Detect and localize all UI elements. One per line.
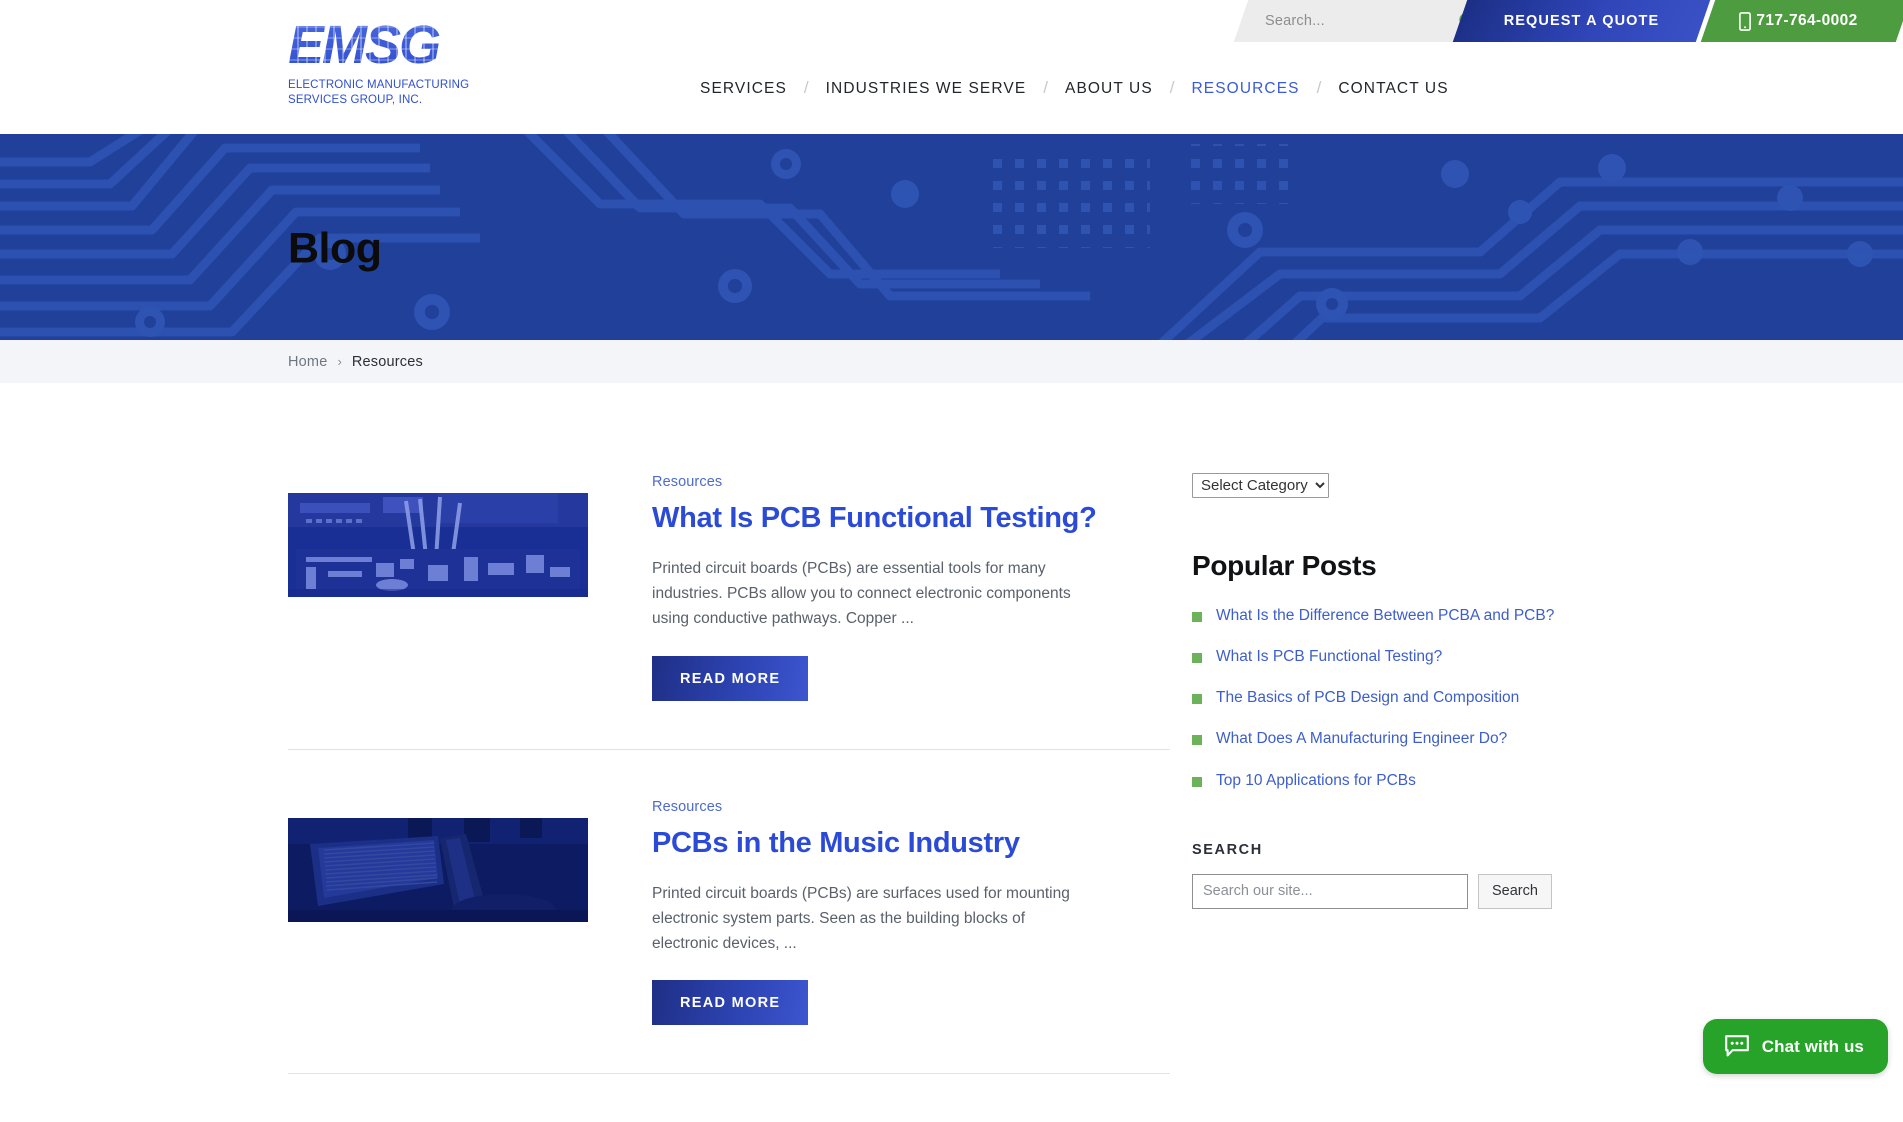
header-search-input[interactable] (1263, 12, 1454, 30)
nav-item-services[interactable]: SERVICES (700, 80, 787, 98)
popular-posts-list: What Is the Difference Between PCBA and … (1192, 606, 1622, 791)
post-thumbnail[interactable] (288, 818, 588, 922)
post-title-link[interactable]: What Is PCB Functional Testing? (652, 501, 1097, 535)
site-search-input[interactable] (1192, 874, 1468, 909)
logo-tagline: ELECTRONIC MANUFACTURING SERVICES GROUP,… (288, 78, 528, 109)
nav-item-resources[interactable]: RESOURCES (1192, 80, 1300, 98)
request-a-quote-button[interactable]: REQUEST A QUOTE (1453, 0, 1710, 42)
read-more-button[interactable]: READ MORE (652, 980, 808, 1025)
nav-separator: / (804, 78, 809, 98)
site-search-form: Search (1192, 874, 1622, 909)
page-title: Blog (288, 225, 382, 274)
post-category-link[interactable]: Resources (652, 474, 722, 490)
post-excerpt: Printed circuit boards (PCBs) are essent… (652, 556, 1072, 631)
popular-post-link[interactable]: The Basics of PCB Design and Composition (1216, 688, 1519, 708)
square-bullet-icon (1192, 653, 1202, 663)
nav-separator: / (1170, 78, 1175, 98)
circuit-board-pattern (0, 134, 1903, 340)
mobile-phone-icon (1739, 12, 1751, 31)
chat-with-us-button[interactable]: Chat with us (1703, 1019, 1888, 1074)
nav-separator: / (1317, 78, 1322, 98)
search-widget-heading: SEARCH (1192, 842, 1622, 858)
popular-post-link[interactable]: Top 10 Applications for PCBs (1216, 771, 1416, 791)
square-bullet-icon (1192, 694, 1202, 704)
chevron-right-icon: › (337, 354, 341, 369)
main-content: Resources What Is PCB Functional Testing… (0, 383, 1903, 1089)
blog-sidebar: Select Category Popular Posts What Is th… (1192, 473, 1622, 909)
popular-post-link[interactable]: What Does A Manufacturing Engineer Do? (1216, 729, 1507, 749)
breadcrumb-home-link[interactable]: Home (288, 354, 327, 370)
post-excerpt: Printed circuit boards (PCBs) are surfac… (652, 881, 1072, 956)
phone-number-label: 717-764-0002 (1756, 12, 1857, 30)
blog-post-item: Resources PCBs in the Music Industry Pri… (288, 798, 1170, 1075)
nav-separator: / (1043, 78, 1048, 98)
music-equipment-photo (288, 818, 588, 922)
site-search-button[interactable]: Search (1478, 874, 1552, 909)
blog-post-item: Resources What Is PCB Functional Testing… (288, 473, 1170, 750)
list-item: What Does A Manufacturing Engineer Do? (1192, 729, 1622, 749)
chat-with-us-label: Chat with us (1762, 1037, 1864, 1057)
category-select[interactable]: Select Category (1192, 473, 1329, 498)
square-bullet-icon (1192, 735, 1202, 745)
pcb-assembly-machine-photo (288, 493, 588, 597)
request-a-quote-label: REQUEST A QUOTE (1504, 13, 1660, 29)
page-hero: Blog (0, 134, 1903, 340)
post-body: Resources PCBs in the Music Industry Pri… (588, 798, 1072, 1026)
popular-post-link[interactable]: What Is PCB Functional Testing? (1216, 647, 1442, 667)
nav-item-industries-we-serve[interactable]: INDUSTRIES WE SERVE (826, 80, 1027, 98)
phone-button[interactable]: 717-764-0002 (1701, 0, 1903, 42)
breadcrumb: Home › Resources (288, 354, 423, 370)
popular-post-link[interactable]: What Is the Difference Between PCBA and … (1216, 606, 1554, 626)
nav-item-contact-us[interactable]: CONTACT US (1338, 80, 1448, 98)
square-bullet-icon (1192, 612, 1202, 622)
popular-posts-heading: Popular Posts (1192, 550, 1622, 582)
post-category-link[interactable]: Resources (652, 799, 722, 815)
post-thumbnail[interactable] (288, 493, 588, 597)
header-search-container (1234, 0, 1468, 42)
main-navigation: SERVICES / INDUSTRIES WE SERVE / ABOUT U… (700, 79, 1449, 99)
utility-bar: REQUEST A QUOTE 717-764-0002 (0, 0, 1903, 42)
list-item: Top 10 Applications for PCBs (1192, 771, 1622, 791)
blog-post-list: Resources What Is PCB Functional Testing… (288, 473, 1170, 1122)
read-more-button[interactable]: READ MORE (652, 656, 808, 701)
chat-bubble-icon (1724, 1035, 1750, 1058)
breadcrumb-current: Resources (352, 354, 423, 370)
list-item: What Is the Difference Between PCBA and … (1192, 606, 1622, 626)
list-item: The Basics of PCB Design and Composition (1192, 688, 1622, 708)
post-body: Resources What Is PCB Functional Testing… (588, 473, 1097, 701)
post-title-link[interactable]: PCBs in the Music Industry (652, 826, 1072, 860)
breadcrumb-bar: Home › Resources (0, 340, 1903, 383)
nav-item-about-us[interactable]: ABOUT US (1065, 80, 1153, 98)
square-bullet-icon (1192, 777, 1202, 787)
list-item: What Is PCB Functional Testing? (1192, 647, 1622, 667)
